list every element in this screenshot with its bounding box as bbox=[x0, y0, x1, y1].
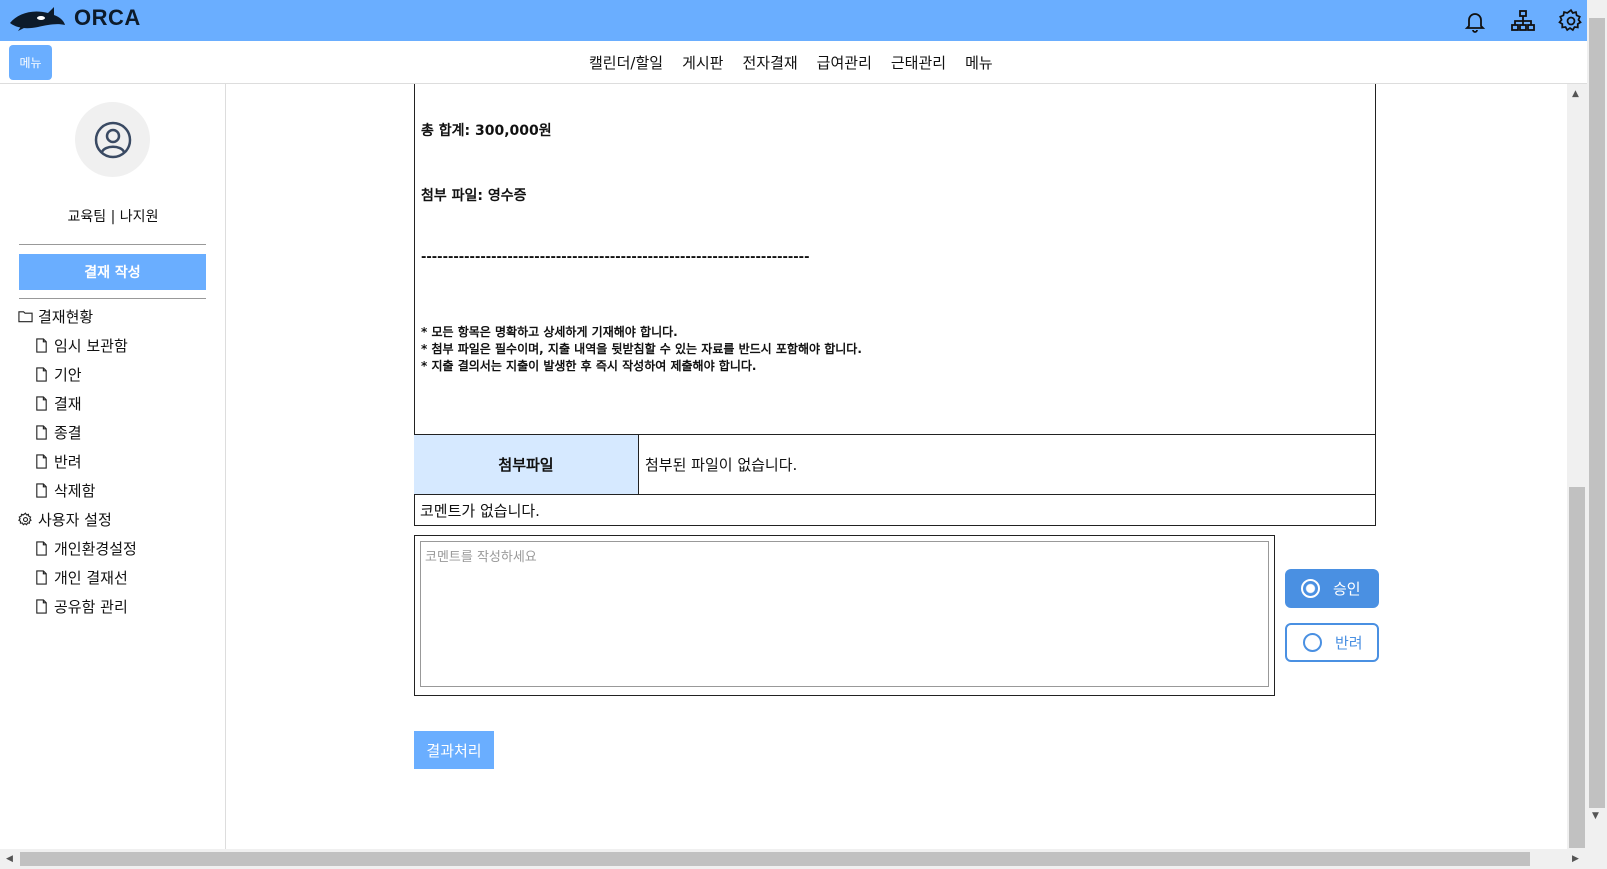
nav-bar: 메뉴 캘린더/할일 게시판 전자결재 급여관리 근태관리 메뉴 bbox=[0, 41, 1587, 84]
sidebar-item[interactable]: 개인 결재선 bbox=[18, 563, 137, 592]
sidebar-item-label: 기안 bbox=[54, 366, 82, 384]
file-icon bbox=[34, 338, 49, 353]
attachment-row: 첨부파일 첨부된 파일이 없습니다. bbox=[414, 434, 1376, 494]
orca-logo-icon bbox=[10, 7, 65, 31]
scroll-thumb[interactable] bbox=[1589, 18, 1605, 808]
content-scrollbar[interactable]: ▲ bbox=[1567, 84, 1587, 849]
scroll-left-icon[interactable]: ◀ bbox=[6, 854, 13, 864]
nav-payroll[interactable]: 급여관리 bbox=[817, 52, 872, 73]
approve-label: 승인 bbox=[1333, 580, 1361, 598]
nav-approval[interactable]: 전자결재 bbox=[742, 52, 797, 73]
approve-radio[interactable]: 승인 bbox=[1285, 569, 1379, 608]
org-chart-icon[interactable] bbox=[1507, 6, 1539, 36]
reject-label: 반려 bbox=[1335, 634, 1363, 652]
user-icon bbox=[94, 121, 131, 158]
file-icon bbox=[34, 425, 49, 440]
sidebar-item[interactable]: 결재 bbox=[18, 389, 137, 418]
total-amount: 총 합계: 300,000원 bbox=[421, 123, 552, 139]
comment-display: 코멘트가 없습니다. bbox=[414, 494, 1376, 525]
sidebar-item-label: 종결 bbox=[54, 424, 82, 442]
sidebar-item-label: 반려 bbox=[54, 453, 82, 471]
nav-attendance[interactable]: 근태관리 bbox=[891, 52, 946, 73]
top-header: ORCA bbox=[0, 0, 1587, 41]
attachment-line: 첨부 파일: 영수증 bbox=[421, 188, 527, 204]
sidebar-item[interactable]: 임시 보관함 bbox=[18, 331, 137, 360]
sidebar-item-label: 개인 결재선 bbox=[54, 569, 128, 587]
scroll-right-icon[interactable]: ▶ bbox=[1572, 854, 1579, 864]
gear-icon[interactable] bbox=[1555, 6, 1587, 36]
nav-menu[interactable]: 메뉴 bbox=[965, 52, 993, 73]
submit-result-button[interactable]: 결과처리 bbox=[414, 731, 494, 769]
scroll-thumb[interactable] bbox=[1569, 487, 1585, 848]
logo[interactable]: ORCA bbox=[8, 3, 141, 33]
sidebar-item-label: 결재 bbox=[54, 395, 82, 413]
radio-unchecked-icon bbox=[1303, 633, 1322, 652]
horizontal-scrollbar[interactable]: ◀ ▶ bbox=[0, 849, 1587, 869]
user-name: 교육팀 | 나지원 bbox=[67, 209, 159, 225]
note-line: * 첨부 파일은 필수이며, 지출 내역을 뒷받침할 수 있는 자료를 반드시 … bbox=[421, 342, 862, 356]
file-icon bbox=[34, 541, 49, 556]
sidebar-tree: 결재현황임시 보관함기안결재종결반려삭제함사용자 설정개인환경설정개인 결재선공… bbox=[18, 302, 137, 621]
sidebar-item-label: 사용자 설정 bbox=[38, 511, 112, 529]
sidebar-item[interactable]: 종결 bbox=[18, 418, 137, 447]
sidebar-item[interactable]: 반려 bbox=[18, 447, 137, 476]
file-icon bbox=[34, 570, 49, 585]
avatar bbox=[75, 102, 150, 177]
sidebar-item-label: 결재현황 bbox=[38, 308, 94, 326]
attachment-label: 첨부파일 bbox=[414, 435, 639, 494]
folder-icon bbox=[18, 309, 33, 324]
gear-icon bbox=[18, 512, 33, 527]
sidebar-item-label: 공유함 관리 bbox=[54, 598, 128, 616]
divider bbox=[19, 244, 206, 245]
document-body: 총 합계: 300,000원 첨부 파일: 영수증 --------------… bbox=[414, 84, 1376, 526]
file-icon bbox=[34, 599, 49, 614]
file-icon bbox=[34, 454, 49, 469]
header-icons bbox=[1459, 6, 1587, 36]
divider-line: ----------------------------------------… bbox=[421, 250, 810, 265]
file-icon bbox=[34, 367, 49, 382]
comment-box bbox=[414, 535, 1275, 696]
radio-checked-icon bbox=[1301, 579, 1320, 598]
divider bbox=[19, 298, 206, 299]
sidebar: 교육팀 | 나지원 결재 작성 결재현황임시 보관함기안결재종결반려삭제함사용자… bbox=[0, 84, 226, 849]
write-approval-button[interactable]: 결재 작성 bbox=[19, 254, 206, 290]
app-name: ORCA bbox=[74, 5, 141, 30]
sidebar-item[interactable]: 삭제함 bbox=[18, 476, 137, 505]
nav-calendar[interactable]: 캘린더/할일 bbox=[589, 52, 663, 73]
note-line: * 지출 결의서는 지출이 발생한 후 즉시 작성하여 제출해야 합니다. bbox=[421, 359, 757, 373]
attachment-value: 첨부된 파일이 없습니다. bbox=[645, 456, 798, 474]
nav-board[interactable]: 게시판 bbox=[682, 52, 723, 73]
menu-button[interactable]: 메뉴 bbox=[9, 45, 52, 80]
scroll-up-icon[interactable]: ▲ bbox=[1572, 89, 1579, 99]
sidebar-item-label: 개인환경설정 bbox=[54, 540, 137, 558]
sidebar-item-label: 삭제함 bbox=[54, 482, 96, 500]
scroll-down-icon[interactable]: ▼ bbox=[1592, 811, 1599, 821]
sidebar-item[interactable]: 개인환경설정 bbox=[18, 534, 137, 563]
note-line: * 모든 항목은 명확하고 상세하게 기재해야 합니다. bbox=[421, 325, 678, 339]
notes: * 모든 항목은 명확하고 상세하게 기재해야 합니다. * 첨부 파일은 필수… bbox=[421, 324, 862, 375]
bell-icon[interactable] bbox=[1459, 6, 1491, 36]
file-icon bbox=[34, 483, 49, 498]
sidebar-item[interactable]: 사용자 설정 bbox=[18, 505, 137, 534]
sidebar-item[interactable]: 기안 bbox=[18, 360, 137, 389]
scroll-thumb[interactable] bbox=[20, 852, 1530, 866]
window-scrollbar[interactable]: ▼ bbox=[1587, 0, 1607, 869]
sidebar-item[interactable]: 결재현황 bbox=[18, 302, 137, 331]
file-icon bbox=[34, 396, 49, 411]
main-nav: 캘린더/할일 게시판 전자결재 급여관리 근태관리 메뉴 bbox=[589, 52, 993, 73]
sidebar-item[interactable]: 공유함 관리 bbox=[18, 592, 137, 621]
sidebar-item-label: 임시 보관함 bbox=[54, 337, 128, 355]
comment-input[interactable] bbox=[420, 541, 1269, 687]
reject-radio[interactable]: 반려 bbox=[1285, 623, 1379, 662]
